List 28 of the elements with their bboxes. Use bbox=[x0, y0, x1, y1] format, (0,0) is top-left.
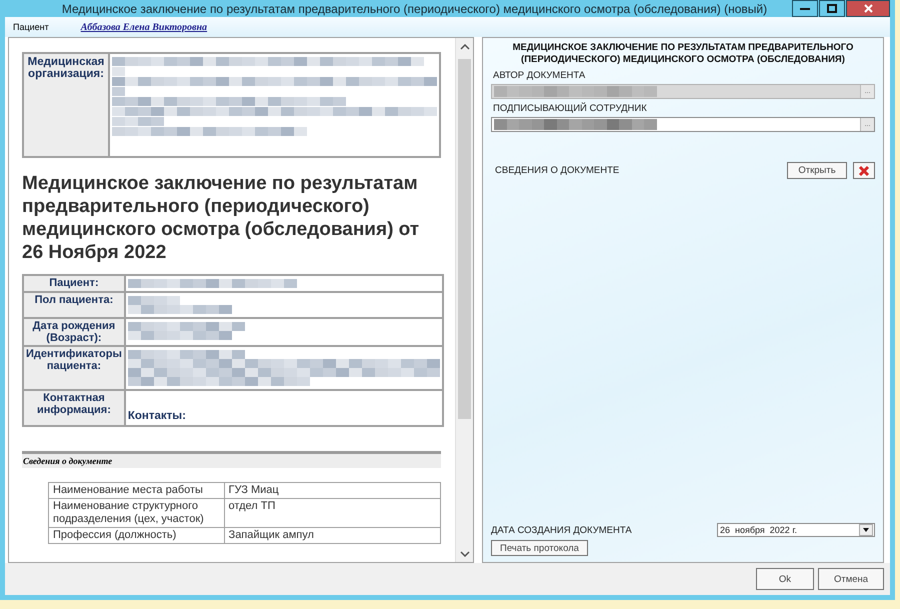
table-cell: Наименование места работы bbox=[48, 482, 224, 498]
dialog-button[interactable]: Отмена bbox=[818, 568, 884, 590]
open-button[interactable]: Открыть bbox=[787, 162, 847, 179]
table-cell: Профессия (должность) bbox=[48, 528, 224, 544]
table-cell: ГУЗ Миац bbox=[224, 482, 440, 498]
date-label: ДАТА СОЗДАНИЯ ДОКУМЕНТА bbox=[491, 524, 633, 536]
field-label: АВТОР ДОКУМЕНТА bbox=[493, 70, 586, 81]
field-label: ПОДПИСЫВАЮЩИЙ СОТРУДНИК bbox=[493, 103, 648, 114]
section-title: Сведения о документе bbox=[22, 451, 441, 468]
patient-field-label: Пол пациента: bbox=[23, 292, 125, 318]
contacts-label: Контакты: bbox=[128, 409, 187, 422]
panel-title: МЕДИЦИНСКОЕ ЗАКЛЮЧЕНИЕ ПО РЕЗУЛЬТАТАМ ПРЕДВАРИТЕЛЬНОГО (ПЕРИОДИЧЕСКОГО) МЕДИЦИНСКОГО ОСМОТРА (ОБСЛЕДОВАНИЯ) bbox=[512, 42, 854, 66]
document-heading: Медицинское заключение по результатам предварительного (периодического) медицинского осмотра (обследования) от 26 Ноября 2022 bbox=[22, 172, 420, 264]
patient-label: Пациент bbox=[13, 22, 49, 32]
document-info-label: СВЕДЕНИЯ О ДОКУМЕНТЕ bbox=[495, 165, 620, 176]
print-button[interactable]: Печать протокола bbox=[491, 540, 588, 556]
dialog-button[interactable]: Ok bbox=[756, 568, 814, 590]
date-picker[interactable]: 26 ноября 2022 г. bbox=[717, 523, 875, 537]
table-cell: отдел ТП bbox=[224, 498, 440, 528]
organization-label: Медицинская организация: bbox=[23, 53, 109, 157]
patient-field-label: Контактная информация: bbox=[23, 390, 125, 426]
patient-field-label: Пациент: bbox=[23, 275, 125, 292]
patient-name-link[interactable]: Аббазова Елена Викторовна bbox=[80, 22, 208, 32]
patient-field-label: Идентификаторы пациента: bbox=[23, 346, 125, 390]
window-title: Медицинское заключение по результатам предварительного (периодического) медицинского осмотра (обследования) (новый) bbox=[60, 2, 768, 16]
table-cell: Наименование структурного подразделения (цех, участок) bbox=[48, 498, 224, 528]
table-cell: Запайщик ампул bbox=[224, 528, 440, 544]
patient-field-label: Дата рождения (Возраст): bbox=[23, 318, 125, 346]
